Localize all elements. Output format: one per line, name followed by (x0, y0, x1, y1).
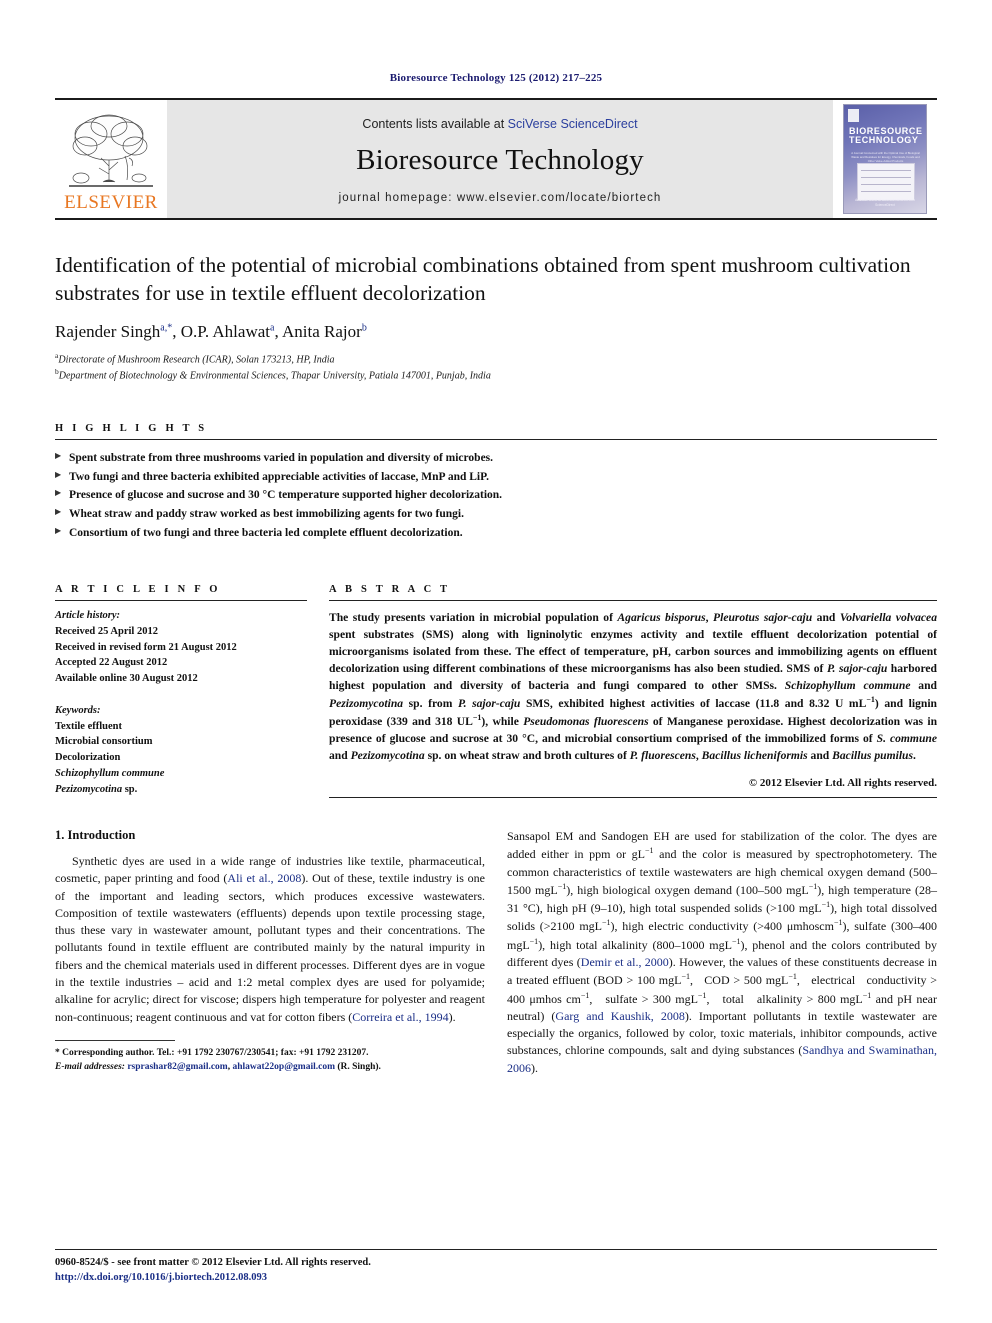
corresponding-author-note: * Corresponding author. Tel.: +91 1792 2… (55, 1047, 381, 1073)
issn-copyright-line: 0960-8524/$ - see front matter © 2012 El… (55, 1256, 371, 1268)
cover-foot-line2: ScienceDirect (875, 203, 895, 208)
author-3-name: , Anita Rajor (274, 321, 362, 341)
cover-figure-thumbnail (857, 163, 915, 201)
footnote-divider (55, 1039, 175, 1041)
highlights-heading: H I G H L I G H T S (55, 423, 208, 434)
keyword-item: Schizophyllum commune (55, 767, 165, 779)
elsevier-tree-icon (65, 108, 157, 192)
intro-paragraph-left: Synthetic dyes are used in a wide range … (55, 854, 485, 1024)
title-block: Identification of the potential of micro… (55, 251, 937, 383)
citation-link[interactable]: Garg and Kaushik, 2008 (555, 1009, 684, 1023)
journal-title: Bioresource Technology (356, 144, 644, 176)
article-history-revised: Received in revised form 21 August 2012 (55, 641, 237, 653)
email-link-2[interactable]: ahlawat22op@gmail.com (232, 1062, 335, 1072)
article-history-online: Available online 30 August 2012 (55, 673, 198, 685)
citation-link[interactable]: Demir et al., 2000 (581, 955, 669, 969)
article-info-divider (55, 600, 307, 602)
journal-homepage[interactable]: journal homepage: www.elsevier.com/locat… (339, 192, 662, 204)
article-info-heading: A R T I C L E I N F O (55, 584, 221, 596)
email-link-1[interactable]: rsprashar82@gmail.com (127, 1062, 227, 1072)
page-footer: 0960-8524/$ - see front matter © 2012 El… (55, 1248, 937, 1285)
contents-prefix: Contents lists available at (362, 117, 508, 131)
journal-cover-image: BIORESOURCE TECHNOLOGY A Journal Concern… (843, 104, 927, 214)
highlights-list: Spent substrate from three mushrooms var… (55, 449, 937, 542)
keywords-label: Keywords: (55, 704, 101, 716)
keywords-group: Keywords: Textile effluent Microbial con… (55, 703, 307, 798)
journal-article-page: Bioresource Technology 125 (2012) 217–22… (0, 0, 992, 1323)
author-2-name: , O.P. Ahlawat (172, 321, 270, 341)
journal-cover-box: BIORESOURCE TECHNOLOGY A Journal Concern… (833, 100, 937, 218)
body-column-left: 1. Introduction Synthetic dyes are used … (55, 828, 485, 1086)
doi-line: http://dx.doi.org/10.1016/j.biortech.201… (55, 1270, 937, 1285)
highlight-item: Spent substrate from three mushrooms var… (55, 449, 937, 468)
affiliation-1: aDirectorate of Mushroom Research (ICAR)… (55, 351, 937, 367)
citation-link[interactable]: Correira et al., 1994 (352, 1010, 448, 1024)
contents-available-line: Contents lists available at SciVerse Sci… (362, 117, 637, 131)
highlights-section: H I G H L I G H T S Spent substrate from… (55, 423, 937, 542)
author-3-affil-marker[interactable]: b (362, 322, 367, 333)
article-history-accepted: Accepted 22 August 2012 (55, 657, 168, 669)
footnote-block: * Corresponding author. Tel.: +91 1792 2… (55, 1039, 485, 1075)
abstract-bottom-divider (329, 797, 937, 799)
article-info-section: A R T I C L E I N F O Article history: R… (55, 584, 307, 798)
highlight-item: Presence of glucose and sucrose and 30 °… (55, 486, 937, 505)
cover-footer: Available online at www.sciencedirect.co… (848, 198, 922, 208)
intro-paragraph-right: Sansapol EM and Sandogen EH are used for… (507, 829, 938, 1075)
highlight-item: Two fungi and three bacteria exhibited a… (55, 468, 937, 487)
footnote-marker: * (55, 1047, 60, 1058)
citation-link[interactable]: Ali et al., 2008 (227, 871, 301, 885)
highlight-item: Consortium of two fungi and three bacter… (55, 524, 937, 543)
citation-link[interactable]: Sandhya and Swaminathan, 2006 (507, 1043, 937, 1074)
article-history-received: Received 25 April 2012 (55, 625, 158, 637)
keyword-item: Textile effluent (55, 720, 122, 732)
affiliation-1-text: Directorate of Mushroom Research (ICAR),… (58, 354, 335, 366)
journal-masthead: ELSEVIER Contents lists available at Sci… (55, 98, 937, 220)
email-suffix: (R. Singh). (337, 1062, 381, 1073)
cover-title-line2: TECHNOLOGY (849, 135, 919, 146)
abstract-heading: A B S T R A C T (329, 584, 451, 596)
cover-publisher-badge (848, 109, 859, 122)
author-1-affil-marker[interactable]: a,* (160, 322, 172, 333)
author-1-name: Rajender Singh (55, 321, 161, 341)
author-list: Rajender Singha,*, O.P. Ahlawata, Anita … (55, 322, 937, 342)
masthead-center: Contents lists available at SciVerse Sci… (167, 100, 833, 218)
info-abstract-row: A R T I C L E I N F O Article history: R… (55, 584, 938, 799)
keyword-item: Pezizomycotina sp. (55, 783, 138, 795)
cover-subtitle: A Journal Concerned with the Optimal Use… (851, 151, 920, 164)
body-column-right: Sansapol EM and Sandogen EH are used for… (507, 828, 937, 1086)
abstract-divider (329, 600, 937, 602)
footer-divider (55, 1248, 937, 1250)
keyword-item: Microbial consortium (55, 736, 153, 748)
abstract-text: The study presents variation in microbia… (329, 611, 938, 763)
running-head: Bioresource Technology 125 (2012) 217–22… (389, 72, 603, 84)
article-history-group: Article history: Received 25 April 2012 … (55, 608, 307, 687)
doi-link[interactable]: http://dx.doi.org/10.1016/j.biortech.201… (55, 1272, 267, 1283)
affiliation-2: bDepartment of Biotechnology & Environme… (55, 367, 937, 383)
email-label: E-mail addresses: (55, 1062, 125, 1073)
abstract-section: A B S T R A C T The study presents varia… (329, 584, 938, 799)
sciencedirect-link[interactable]: SciVerse ScienceDirect (508, 117, 638, 131)
article-history-label: Article history: (55, 610, 121, 622)
cover-title: BIORESOURCE TECHNOLOGY (849, 126, 922, 146)
keyword-item: Decolorization (55, 752, 121, 764)
highlight-item: Wheat straw and paddy straw worked as be… (55, 505, 937, 524)
corresponding-author-text: Corresponding author. Tel.: +91 1792 230… (62, 1047, 369, 1058)
elsevier-wordmark: ELSEVIER (64, 192, 158, 213)
abstract-copyright: © 2012 Elsevier Ltd. All rights reserved… (748, 777, 937, 790)
body-columns: 1. Introduction Synthetic dyes are used … (55, 828, 937, 1086)
affiliation-2-text: Department of Biotechnology & Environmen… (58, 370, 491, 382)
highlights-divider (55, 439, 937, 440)
elsevier-logo: ELSEVIER (55, 100, 167, 218)
keyword-genus: Pezizomycotina (55, 783, 123, 795)
section-heading-introduction: 1. Introduction (55, 828, 136, 843)
article-title: Identification of the potential of micro… (55, 253, 911, 306)
